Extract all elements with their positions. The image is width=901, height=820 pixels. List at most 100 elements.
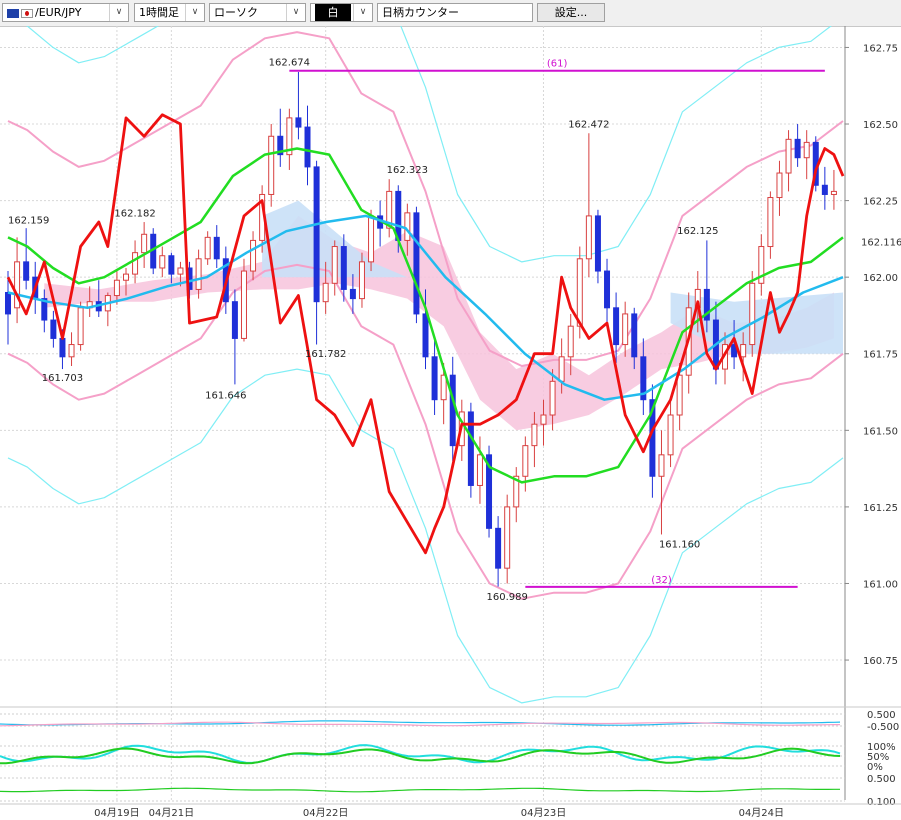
color-mode-label: 白 bbox=[315, 4, 351, 21]
candle-body bbox=[68, 344, 75, 358]
timeframe-label: 1時間足 bbox=[139, 6, 179, 19]
color-mode-select[interactable]: 白 ∨ bbox=[310, 3, 373, 22]
candle-body bbox=[767, 197, 774, 248]
price-axis-label: 161.50 bbox=[863, 426, 898, 437]
candle-body bbox=[567, 325, 574, 358]
time-axis-label: 04月21日 bbox=[149, 807, 194, 819]
candle-body bbox=[476, 454, 483, 486]
price-annotation: 161.160 bbox=[659, 539, 700, 550]
candle-body bbox=[422, 313, 429, 358]
candle-body bbox=[368, 215, 375, 263]
candlestick bbox=[758, 234, 765, 296]
candle-body bbox=[785, 138, 792, 174]
candlestick bbox=[286, 108, 293, 170]
candlestick bbox=[821, 166, 828, 210]
candle-body bbox=[631, 313, 638, 358]
candlestick bbox=[14, 237, 21, 324]
candle-body bbox=[250, 239, 257, 272]
candlestick bbox=[776, 160, 783, 216]
candlestick bbox=[767, 191, 774, 259]
candle-body bbox=[5, 291, 11, 315]
candle-body bbox=[240, 270, 247, 339]
candle-body bbox=[576, 258, 583, 327]
current-price-label: 162.116 bbox=[861, 238, 901, 249]
candle-body bbox=[431, 356, 438, 401]
time-axis-label: 04月22日 bbox=[303, 807, 348, 819]
candle-body bbox=[504, 506, 511, 569]
candlestick bbox=[622, 301, 629, 357]
oscillator-line-5 bbox=[0, 787, 840, 793]
timeframe-select[interactable]: 1時間足 ∨ bbox=[134, 3, 205, 22]
candlestick bbox=[377, 200, 384, 247]
candlestick bbox=[295, 71, 302, 140]
settings-button[interactable]: 設定... bbox=[537, 3, 605, 22]
candle-body bbox=[113, 279, 120, 297]
candlestick bbox=[213, 225, 220, 268]
chevron-down-icon: ∨ bbox=[286, 4, 305, 21]
candle-body bbox=[749, 282, 756, 346]
candlestick bbox=[204, 231, 211, 265]
candle-body bbox=[349, 288, 356, 300]
candlestick bbox=[785, 130, 792, 192]
candlestick bbox=[667, 399, 674, 468]
candle-body bbox=[50, 319, 57, 339]
candle-body bbox=[821, 184, 828, 195]
candlestick bbox=[268, 124, 275, 207]
chart-style-select[interactable]: ローソク ∨ bbox=[209, 3, 306, 22]
candle-body bbox=[77, 307, 84, 346]
oscillator-axis-label: 0.500 bbox=[867, 710, 896, 721]
candlestick bbox=[277, 108, 284, 167]
price-chart[interactable]: (61)(32) 162.674162.472162.323162.182162… bbox=[0, 26, 901, 820]
candlestick bbox=[794, 124, 801, 167]
candlestick bbox=[803, 130, 810, 180]
candle-body bbox=[231, 301, 238, 339]
price-axis-label: 161.00 bbox=[863, 579, 898, 590]
candle-body bbox=[340, 246, 347, 290]
candle-body bbox=[558, 356, 565, 382]
candle-body bbox=[213, 236, 220, 260]
candlestick bbox=[749, 271, 756, 357]
candle-body bbox=[331, 246, 338, 284]
candle-body bbox=[622, 313, 629, 346]
price-annotation: 161.782 bbox=[305, 349, 346, 360]
toolbar: /EUR/JPY ∨ 1時間足 ∨ ローソク ∨ 白 ∨ 日柄カウンター 設定.… bbox=[0, 0, 901, 27]
candle-body bbox=[159, 255, 166, 269]
time-axis: 04月19日 04月21日 04月22日 04月23日 04月24日 bbox=[0, 803, 901, 819]
candle-body bbox=[540, 414, 547, 425]
candlestick bbox=[703, 240, 710, 333]
candlestick bbox=[240, 258, 247, 342]
candle-body bbox=[740, 344, 747, 358]
bb-lower-2 bbox=[7, 368, 844, 704]
symbol-select[interactable]: /EUR/JPY ∨ bbox=[2, 3, 129, 22]
price-axis-label: 161.25 bbox=[863, 503, 898, 514]
candle-body bbox=[667, 414, 674, 456]
grid-lines bbox=[0, 26, 846, 800]
candle-body bbox=[322, 282, 329, 303]
candle-body bbox=[522, 445, 529, 477]
candlestick bbox=[413, 206, 420, 324]
time-axis-label: 04月19日 bbox=[94, 807, 139, 819]
candle-body bbox=[776, 172, 783, 199]
candle-body bbox=[304, 126, 311, 168]
candle-body bbox=[413, 212, 420, 315]
candle-body bbox=[440, 374, 447, 401]
price-axis-label: 162.50 bbox=[863, 120, 898, 131]
candlestick bbox=[604, 258, 611, 324]
candlestick bbox=[504, 494, 511, 584]
oscillator-axis-label: 0% bbox=[867, 762, 883, 773]
candle-body bbox=[195, 258, 202, 290]
price-axis-label: 162.00 bbox=[863, 273, 898, 284]
eu-flag-icon bbox=[7, 8, 19, 18]
price-annotation: 162.472 bbox=[568, 120, 609, 131]
candlestick bbox=[159, 246, 166, 278]
candle-body bbox=[295, 117, 302, 128]
counter-field[interactable]: 日柄カウンター bbox=[377, 3, 533, 22]
candle-body bbox=[495, 527, 502, 569]
candlestick bbox=[231, 289, 238, 385]
candlestick bbox=[649, 384, 656, 498]
jp-flag-icon bbox=[21, 8, 33, 18]
oscillator-axis-label: -0.500 bbox=[867, 722, 899, 733]
candle-body bbox=[204, 236, 211, 260]
candle-body bbox=[141, 233, 148, 254]
candlestick bbox=[68, 332, 75, 366]
